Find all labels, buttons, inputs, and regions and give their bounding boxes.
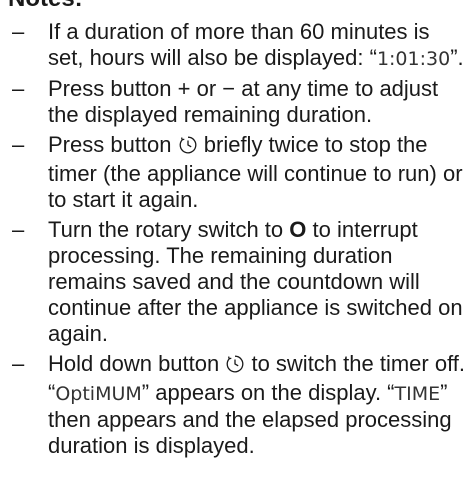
note-text: Press button xyxy=(48,132,178,157)
note-text: Hold down button xyxy=(48,351,226,376)
note-text: or xyxy=(190,76,223,101)
timer-icon xyxy=(225,354,245,380)
display-text-time: TIME xyxy=(394,383,441,405)
note-text: ”. xyxy=(450,45,464,70)
notes-page: Notes: – If a duration of more than 60 m… xyxy=(0,0,474,493)
note-text: If a duration of more than 60 minutes is… xyxy=(48,19,430,70)
note-text: ” appears on the display. “ xyxy=(141,380,395,405)
timer-icon xyxy=(178,135,198,161)
list-dash: – xyxy=(12,351,25,376)
plus-button-symbol: + xyxy=(177,76,191,101)
note-text: Turn the rotary switch to xyxy=(48,217,290,242)
list-dash: – xyxy=(12,19,25,44)
display-text-optimum: OptiMUM xyxy=(55,383,142,405)
minus-button-symbol: − xyxy=(222,76,236,101)
list-dash: – xyxy=(12,132,25,157)
list-dash: – xyxy=(12,217,25,242)
off-position-symbol: O xyxy=(289,217,307,242)
note-text: Press button xyxy=(48,76,178,101)
note-item-adjust-duration: – Press button + or − at any time to adj… xyxy=(0,76,474,128)
note-item-stop-timer: – Press button briefly twice to stop the… xyxy=(0,132,474,213)
note-item-interrupt-processing: – Turn the rotary switch to O to interru… xyxy=(0,217,474,347)
note-item-timer-off: – Hold down button to switch the timer o… xyxy=(0,351,474,459)
list-dash: – xyxy=(12,76,25,101)
notes-list: – If a duration of more than 60 minutes … xyxy=(0,19,474,463)
display-readout-example: 1:01:30 xyxy=(376,48,451,70)
notes-heading: Notes: xyxy=(8,0,83,14)
note-item-hours-display: – If a duration of more than 60 minutes … xyxy=(0,19,474,72)
